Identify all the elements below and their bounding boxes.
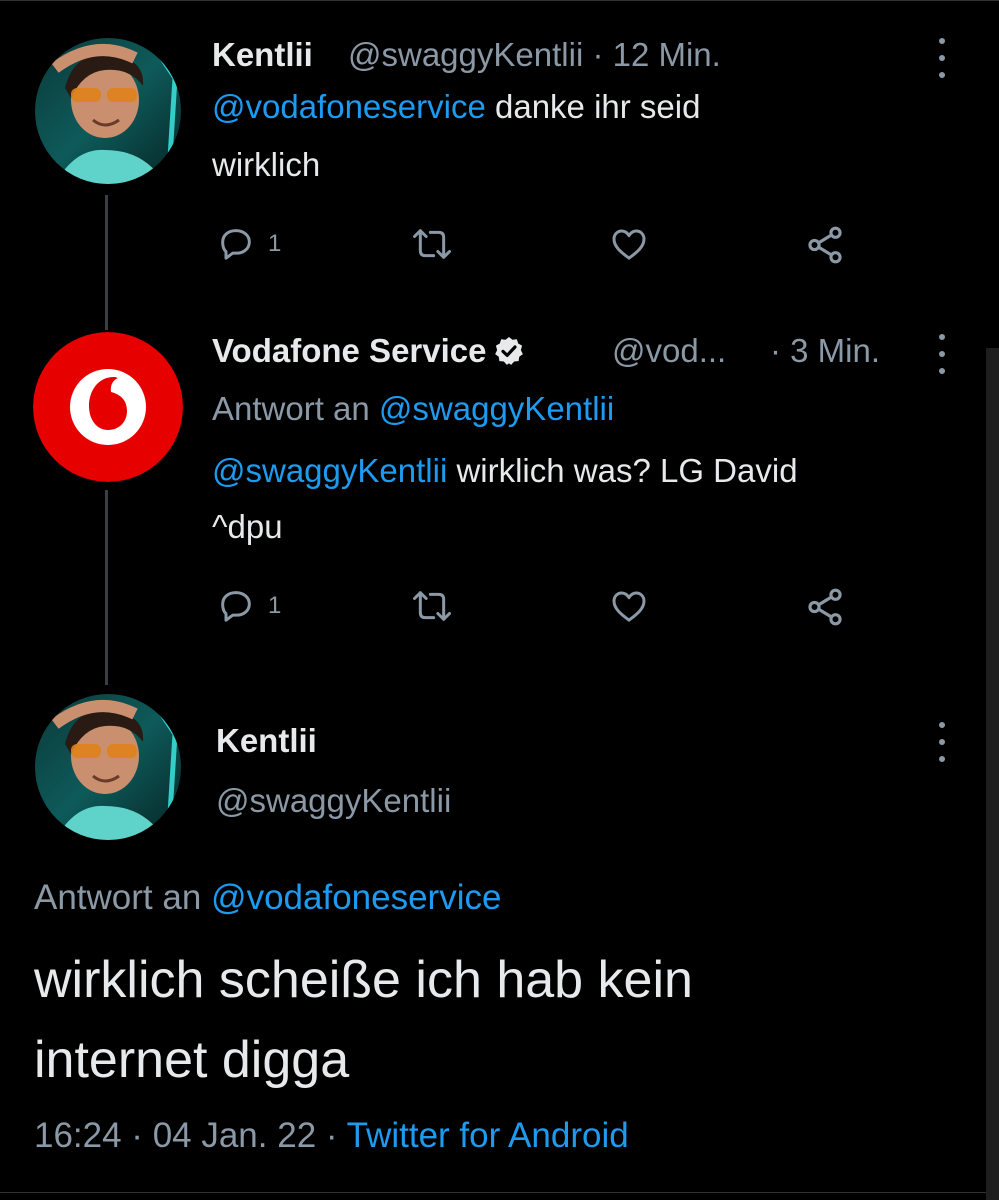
tweet-text: wirklich was? LG David <box>447 452 798 489</box>
more-icon[interactable] <box>936 38 948 78</box>
reply-count: 1 <box>268 592 282 619</box>
author-name[interactable]: Vodafone Service <box>212 332 531 370</box>
top-divider <box>0 0 999 1</box>
reply-to-link[interactable]: @vodafoneservice <box>211 878 501 917</box>
tweet-text-line-2: wirklich <box>212 146 321 183</box>
reply-prefix: Antwort an <box>34 878 212 917</box>
reply-prefix: Antwort an <box>212 390 379 427</box>
thread-line-2 <box>105 490 108 685</box>
author-handle[interactable]: @swaggyKentlii <box>348 36 583 73</box>
tweet-source-link[interactable]: Twitter for Android <box>347 1116 629 1155</box>
reply-button[interactable]: 1 <box>216 224 281 264</box>
more-icon[interactable] <box>936 334 948 374</box>
reply-to-link[interactable]: @swaggyKentlii <box>379 390 614 427</box>
reply-context: Antwort an @vodafoneservice <box>34 878 501 918</box>
reply-context: Antwort an @swaggyKentlii <box>212 390 614 428</box>
author-handle[interactable]: @swaggyKentlii <box>216 782 451 820</box>
avatar-vodafone[interactable] <box>33 332 183 482</box>
reply-button[interactable]: 1 <box>216 586 281 626</box>
retweet-icon <box>413 229 451 259</box>
mention-link[interactable]: @vodafoneservice <box>212 88 486 125</box>
tweet-timestamp-row: 16:24 · 04 Jan. 22 · Twitter for Android <box>34 1116 629 1156</box>
reply-count: 1 <box>268 230 282 257</box>
thread-line-1 <box>105 195 108 330</box>
reply-icon <box>221 591 251 622</box>
more-icon[interactable] <box>936 722 948 762</box>
like-button[interactable] <box>608 224 650 264</box>
avatar-kentlii[interactable] <box>35 38 181 184</box>
retweet-icon <box>413 591 451 621</box>
heart-icon <box>612 229 646 260</box>
scrollbar[interactable] <box>986 348 999 1200</box>
tweet-thread-view: Kentlii @swaggyKentlii · 12 Min. @vodafo… <box>0 0 999 1200</box>
like-button[interactable] <box>608 586 650 626</box>
author-handle[interactable]: @vod... <box>612 332 726 370</box>
retweet-button[interactable] <box>410 586 454 626</box>
tweet-text-line-1: @vodafoneservice danke ihr seid <box>212 88 700 126</box>
share-icon <box>808 226 842 264</box>
bottom-divider <box>0 1192 999 1193</box>
heart-icon <box>612 591 646 622</box>
author-name[interactable]: Kentlii <box>212 36 313 74</box>
tweet-time[interactable]: · 3 Min. <box>770 332 880 370</box>
author-name[interactable]: Kentlii <box>216 722 317 760</box>
share-icon <box>808 588 842 626</box>
tweet-text-line-2: ^dpu <box>212 508 283 545</box>
retweet-button[interactable] <box>410 224 454 264</box>
tweet-text-line-1: wirklich scheiße ich hab kein <box>34 951 693 1009</box>
tweet-text-line-1: @swaggyKentlii wirklich was? LG David <box>212 452 798 490</box>
author-meta-row: @swaggyKentlii · 12 Min. <box>348 36 721 74</box>
tweet-time[interactable]: · 12 Min. <box>592 36 720 73</box>
share-button[interactable] <box>804 586 846 628</box>
author-name-text: Vodafone Service <box>212 332 487 369</box>
reply-icon <box>221 229 251 260</box>
share-button[interactable] <box>804 224 846 266</box>
tweet-text: danke ihr seid <box>485 88 701 125</box>
avatar-kentlii[interactable] <box>35 694 181 840</box>
verified-badge-icon <box>494 337 523 365</box>
tweet-timestamp[interactable]: 16:24 · 04 Jan. 22 · <box>34 1116 347 1155</box>
tweet-text-line-2: internet digga <box>34 1031 350 1089</box>
mention-link[interactable]: @swaggyKentlii <box>212 452 447 489</box>
